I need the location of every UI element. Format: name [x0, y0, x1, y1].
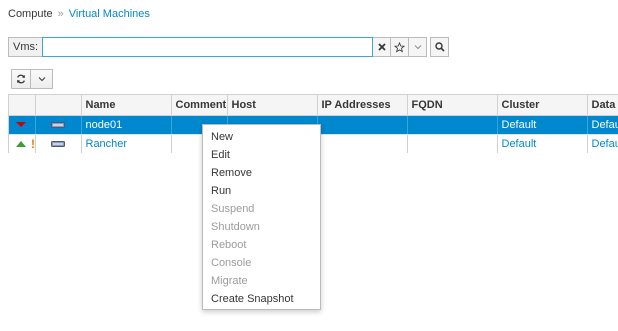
search-label: Vms: — [8, 37, 43, 57]
search-button[interactable] — [430, 37, 450, 57]
menu-item-shutdown: Shutdown — [211, 221, 260, 233]
vm-down-icon — [16, 122, 26, 128]
chevron-down-icon — [38, 77, 45, 82]
alert-icon: ! — [31, 136, 35, 151]
vm-name[interactable]: node01 — [81, 115, 172, 135]
clear-search-button[interactable] — [373, 37, 392, 57]
breadcrumb-compute[interactable]: Compute — [8, 8, 53, 20]
context-menu: New Edit Remove Run Suspend Shutdown Reb… — [202, 124, 321, 310]
grid-toolbar — [11, 69, 53, 89]
search-input[interactable] — [42, 37, 374, 57]
close-icon — [377, 43, 386, 51]
vm-ip — [317, 115, 408, 135]
search-bar: Vms: — [8, 37, 450, 57]
vm-ip — [317, 134, 408, 153]
menu-item-run[interactable]: Run — [203, 182, 320, 200]
vm-up-icon — [16, 140, 26, 147]
type-cell — [35, 134, 82, 153]
header-name[interactable]: Name — [81, 95, 172, 116]
status-cell — [9, 115, 36, 135]
header-status — [9, 95, 36, 116]
header-ip-addresses[interactable]: IP Addresses — [317, 95, 408, 116]
menu-item-create-snapshot[interactable]: Create Snapshot — [203, 290, 320, 308]
vm-fqdn — [407, 134, 498, 153]
breadcrumb-separator: » — [57, 8, 64, 20]
header-comment[interactable]: Comment — [171, 95, 228, 116]
header-data-center[interactable]: Data Center — [587, 95, 618, 116]
status-cell: ! — [9, 134, 36, 153]
search-icon — [434, 42, 445, 52]
header-type — [35, 95, 82, 116]
breadcrumb-virtual-machines[interactable]: Virtual Machines — [69, 8, 150, 20]
vm-icon — [51, 121, 65, 128]
refresh-button[interactable] — [11, 69, 31, 89]
refresh-icon — [17, 74, 25, 84]
menu-item-suspend: Suspend — [211, 203, 255, 215]
menu-item-migrate: Migrate — [211, 275, 248, 287]
menu-item-console: Console — [211, 257, 252, 269]
vm-cluster[interactable]: Default — [497, 134, 588, 153]
menu-item-remove[interactable]: Remove — [203, 164, 320, 182]
vm-name[interactable]: Rancher — [81, 134, 172, 153]
vm-fqdn — [407, 115, 498, 135]
breadcrumb: Compute » Virtual Machines — [8, 8, 150, 20]
vm-datacenter[interactable]: Default — [587, 115, 618, 135]
vm-cluster[interactable]: Default — [497, 115, 588, 135]
menu-item-reboot: Reboot — [211, 239, 247, 251]
header-host[interactable]: Host — [227, 95, 318, 116]
star-icon — [394, 41, 406, 53]
chevron-down-icon — [414, 45, 421, 50]
refresh-options-button[interactable] — [31, 69, 53, 89]
header-cluster[interactable]: Cluster — [497, 95, 588, 116]
header-fqdn[interactable]: FQDN — [407, 95, 498, 116]
menu-item-edit[interactable]: Edit — [203, 146, 320, 164]
search-options-button[interactable] — [409, 37, 428, 57]
bookmark-button[interactable] — [391, 37, 410, 57]
type-cell — [35, 115, 82, 135]
menu-item-new[interactable]: New — [203, 128, 320, 146]
vm-datacenter[interactable]: Default — [587, 134, 618, 153]
vm-icon — [51, 140, 65, 147]
